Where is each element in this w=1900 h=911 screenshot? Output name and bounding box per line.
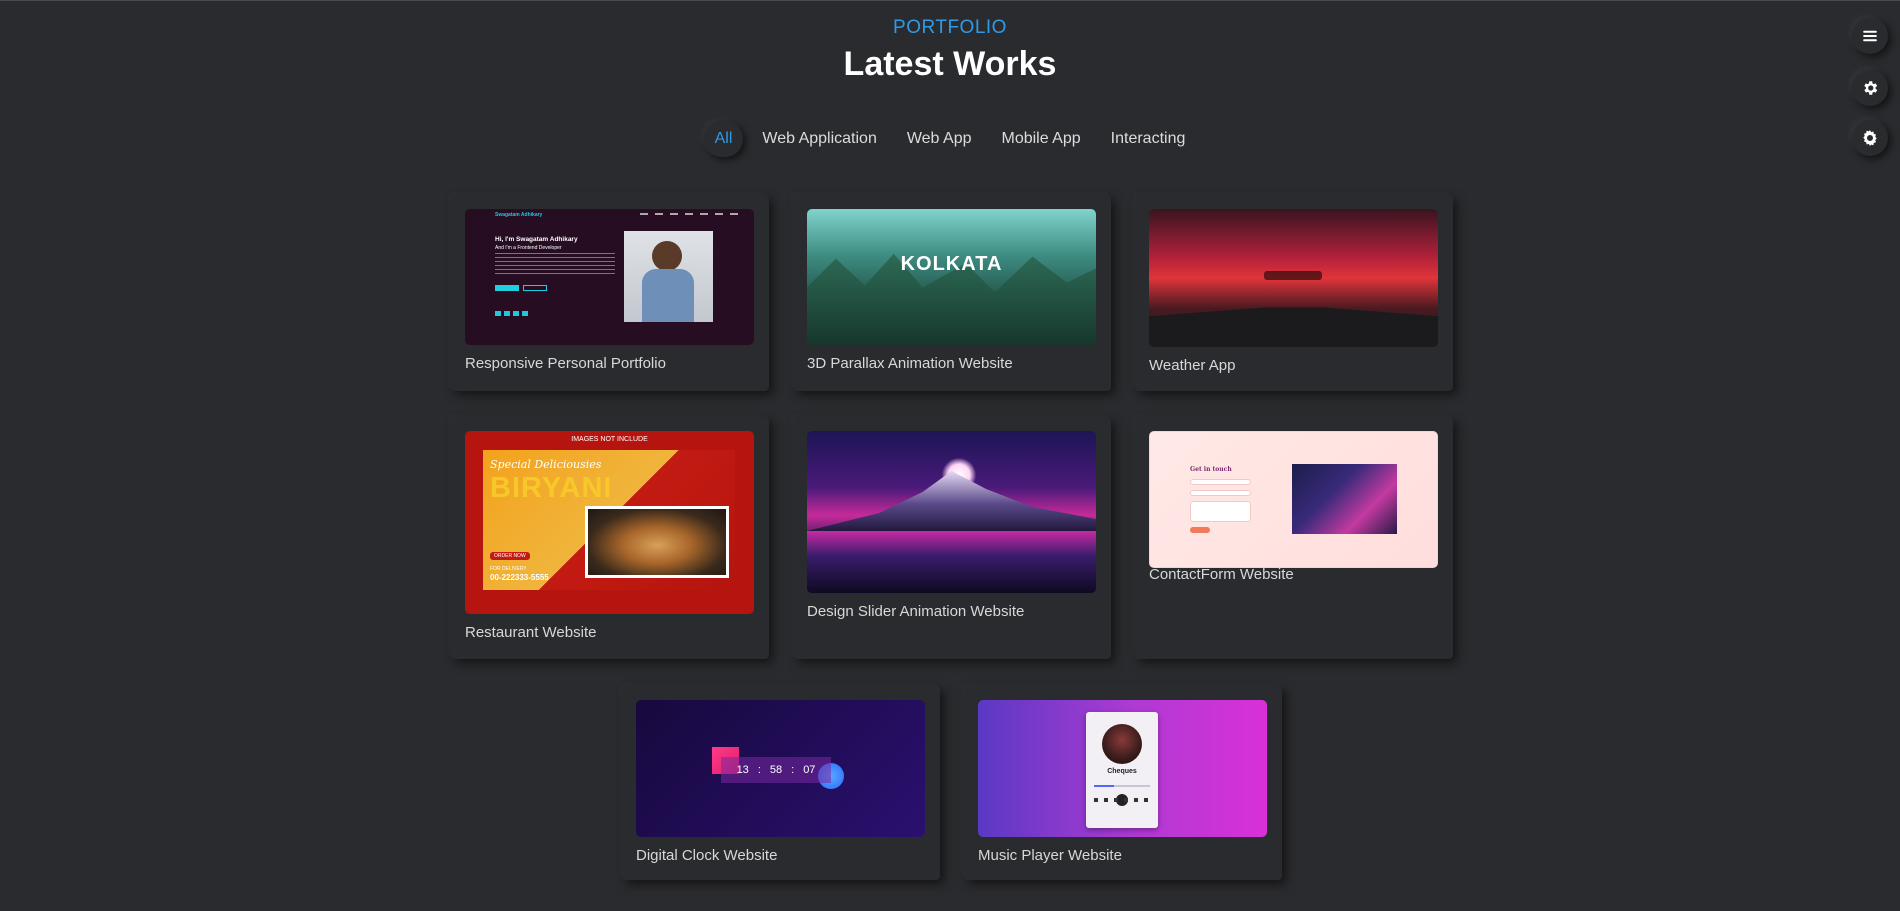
player-card: Cheques [1086, 712, 1158, 828]
filter-bar: All Web Application Web App Mobile App I… [0, 121, 1900, 157]
poster-panel: Special Deliciousies BIRYANI ORDER NOW F… [483, 450, 735, 590]
form-field-email [1190, 490, 1251, 496]
settings-button[interactable] [1852, 120, 1888, 156]
poster-script: Special Deliciousies [490, 458, 602, 471]
project-card[interactable]: Design Slider Animation Website [793, 417, 1111, 659]
form-submit [1190, 527, 1210, 533]
clock-thumbnail: 13 : 58 : 07 [636, 700, 925, 837]
clock-sep: : [757, 764, 761, 776]
project-card[interactable]: Cheques Music Player Website [964, 686, 1282, 880]
restaurant-thumbnail: IMAGES NOT INCLUDE Special Deliciousies … [465, 431, 754, 614]
music-thumbnail: Cheques [978, 700, 1267, 837]
song-title: Cheques [1107, 768, 1137, 775]
project-card[interactable]: Weather App [1135, 195, 1453, 391]
project-title: Design Slider Animation Website [807, 603, 1025, 620]
clock-panel: 13 : 58 : 07 [721, 757, 831, 783]
clock-hours: 13 [736, 764, 749, 776]
poster-headline: BIRYANI [490, 472, 613, 504]
thumb-banner: IMAGES NOT INCLUDE [571, 436, 648, 443]
gear-button[interactable] [1852, 70, 1888, 106]
page-title: Latest Works [843, 45, 1057, 83]
menu-button[interactable] [1852, 18, 1888, 54]
form-field-message [1190, 501, 1251, 522]
portrait-image [624, 231, 713, 322]
project-title: Digital Clock Website [636, 847, 778, 864]
prev-next-controls [1094, 798, 1150, 802]
dish-photo [585, 506, 729, 578]
project-card[interactable]: 13 : 58 : 07 Digital Clock Website [622, 686, 940, 880]
filter-web-application[interactable]: Web Application [751, 121, 887, 157]
parallax-heading: KOLKATA [900, 253, 1003, 275]
project-title: 3D Parallax Animation Website [807, 355, 1013, 372]
clock-minutes: 58 [769, 764, 783, 776]
project-card[interactable]: IMAGES NOT INCLUDE Special Deliciousies … [451, 417, 769, 659]
filter-web-app[interactable]: Web App [896, 121, 983, 157]
gear-icon [1864, 81, 1878, 95]
mountain-silhouette [807, 471, 1096, 531]
thumb-lines [495, 253, 615, 275]
weather-search-box [1264, 271, 1322, 280]
album-art [1102, 724, 1142, 764]
menu-icon [1863, 30, 1877, 42]
filter-interacting[interactable]: Interacting [1100, 121, 1197, 157]
road-layer [1149, 307, 1438, 347]
project-title: Restaurant Website [465, 624, 597, 641]
slider-thumbnail [807, 431, 1096, 593]
poster-phone: 00-222333-5555 [490, 573, 549, 582]
project-title: Responsive Personal Portfolio [465, 355, 666, 372]
clock-sep: : [791, 764, 795, 776]
thumb-nav [640, 213, 740, 215]
portfolio-thumbnail: Swagatam Adhikary Hi, I'm Swagatam Adhik… [465, 209, 754, 345]
project-card[interactable]: KOLKATA 3D Parallax Animation Website [793, 195, 1111, 391]
project-title: Weather App [1149, 357, 1236, 374]
filter-all[interactable]: All [703, 121, 744, 157]
order-now-badge: ORDER NOW [490, 552, 530, 560]
lake-reflection [807, 531, 1096, 593]
thumb-button-outline [523, 285, 547, 291]
project-card[interactable]: Swagatam Adhikary Hi, I'm Swagatam Adhik… [451, 195, 769, 391]
thumb-role: And I'm a Frontend Developer [495, 245, 562, 251]
thumb-buttons [495, 285, 519, 291]
section-eyebrow: PORTFOLIO [893, 17, 1007, 38]
project-title: Music Player Website [978, 847, 1122, 864]
clock-seconds: 07 [803, 764, 816, 776]
thumb-greeting: Hi, I'm Swagatam Adhikary [495, 236, 578, 243]
contact-thumbnail: Get in touch [1149, 431, 1438, 568]
form-field-name [1190, 479, 1251, 485]
progress-fill [1094, 785, 1114, 787]
project-card[interactable]: Get in touch ContactForm Website [1135, 417, 1453, 659]
weather-thumbnail [1149, 209, 1438, 347]
desk-photo [1292, 464, 1397, 534]
poster-delivery: FOR DELIVERY [490, 566, 527, 572]
settings-icon [1863, 130, 1877, 146]
parallax-thumbnail: KOLKATA [807, 209, 1096, 345]
filter-mobile-app[interactable]: Mobile App [990, 121, 1091, 157]
thumb-brand: Swagatam Adhikary [495, 212, 543, 218]
form-heading: Get in touch [1190, 466, 1232, 473]
thumb-socials [495, 311, 529, 316]
top-border [0, 0, 1900, 1]
project-title: ContactForm Website [1149, 566, 1294, 583]
